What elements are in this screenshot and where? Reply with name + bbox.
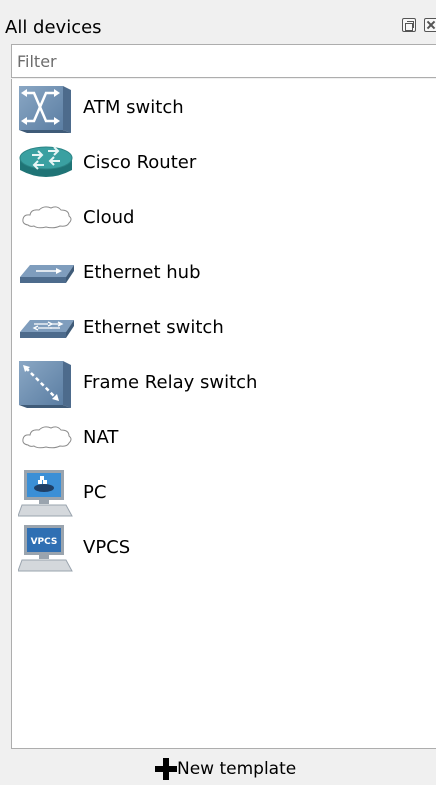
device-item-frame-relay-switch[interactable]: Frame Relay switch [12,356,436,410]
panel-title: All devices [5,17,102,38]
device-item-cisco-router[interactable]: Cisco Router [12,136,436,190]
device-item-ethernet-hub[interactable]: Ethernet hub [12,246,436,300]
pc-icon [17,468,74,518]
close-panel-icon[interactable] [424,18,436,32]
new-template-button[interactable]: New template [155,757,296,781]
device-label: Cisco Router [83,152,197,173]
router-icon [18,138,74,188]
device-label: Frame Relay switch [83,372,258,393]
vpcs-icon-text: VPCS [31,537,58,547]
device-item-cloud[interactable]: Cloud [12,191,436,245]
float-panel-icon[interactable] [402,18,416,32]
new-template-label: New template [177,759,297,779]
panel-titlebar: All devices [0,10,436,42]
ethernet-hub-icon [18,248,74,298]
atm-switch-icon [18,83,74,133]
devices-dock-panel: All devices Filter ATM switch Cisco Rout… [0,0,436,785]
device-label: VPCS [83,537,131,558]
device-list: ATM switch Cisco Router Cloud Ethernet h… [11,79,436,749]
device-label: NAT [83,427,119,448]
filter-input[interactable] [11,44,436,78]
device-label: Ethernet hub [83,262,201,283]
device-item-atm-switch[interactable]: ATM switch [12,81,436,135]
device-label: Ethernet switch [83,317,224,338]
device-item-nat[interactable]: NAT [12,411,436,465]
cloud-icon [18,413,74,463]
panel-footer: New template [11,751,436,785]
device-label: ATM switch [83,97,184,118]
device-item-pc[interactable]: PC [12,466,436,520]
ethernet-switch-icon [18,303,74,353]
device-label: Cloud [83,207,135,228]
plus-icon [155,758,177,780]
frame-relay-switch-icon [18,358,74,408]
device-item-vpcs[interactable]: VPCS VPCS [12,521,436,575]
vpcs-icon: VPCS [17,523,74,573]
cloud-icon [18,193,74,243]
device-label: PC [83,482,107,503]
device-item-ethernet-switch[interactable]: Ethernet switch [12,301,436,355]
